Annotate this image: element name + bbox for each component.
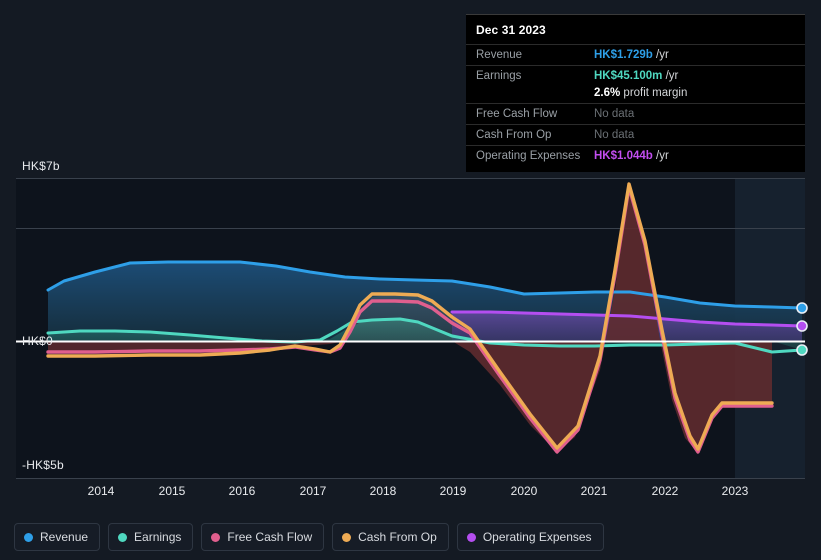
tooltip-label-revenue: Revenue — [476, 49, 523, 61]
legend-dot-free-cash-flow-icon — [211, 532, 221, 542]
legend-dot-earnings-icon — [118, 532, 128, 542]
tooltip-row-revenue: Revenue HK$1.729b /yr — [466, 44, 805, 65]
x-axis-tick-1: 2015 — [158, 484, 186, 498]
tooltip-unit-earnings: /yr — [665, 70, 679, 82]
tooltip-label-operating-expenses: Operating Expenses — [476, 150, 581, 162]
tooltip-value-cash-from-op: No data — [594, 129, 635, 141]
x-axis-tick-7: 2021 — [580, 484, 608, 498]
x-axis-tick-0: 2014 — [87, 484, 115, 498]
x-axis-tick-8: 2022 — [651, 484, 679, 498]
tooltip-title: Dec 31 2023 — [476, 23, 546, 37]
tooltip-row-profit-margin: 2.6% profit margin — [466, 86, 805, 103]
tooltip-label-earnings: Earnings — [476, 70, 522, 82]
tooltip-unit-revenue: /yr — [656, 49, 669, 61]
legend-label-cash-from-op: Cash From Op — [358, 530, 437, 544]
x-axis-tick-4: 2018 — [369, 484, 397, 498]
x-axis-tick-9: 2023 — [721, 484, 749, 498]
tooltip-text-profit-margin: profit margin — [623, 87, 688, 99]
legend-item-earnings[interactable]: Earnings — [108, 523, 194, 551]
tooltip-value-revenue: HK$1.729b /yr — [594, 49, 669, 61]
tooltip-label-cash-from-op: Cash From Op — [476, 129, 552, 141]
tooltip-label-free-cash-flow: Free Cash Flow — [476, 108, 558, 120]
x-axis-tick-2: 2016 — [228, 484, 256, 498]
financial-chart-widget: HK$7b HK$0 -HK$5b 2014 2015 2016 2017 20… — [0, 0, 821, 560]
tooltip-value-free-cash-flow: No data — [594, 108, 635, 120]
legend-label-revenue: Revenue — [40, 530, 89, 544]
series-endpoint-dots — [796, 302, 808, 356]
endpoint-dot-earnings — [796, 344, 808, 356]
legend-dot-operating-expenses-icon — [466, 532, 476, 542]
tooltip-value-earnings: HK$45.100m /yr — [594, 70, 678, 82]
tooltip-row-cash-from-op: Cash From Op No data — [466, 124, 805, 145]
endpoint-dot-revenue — [796, 302, 808, 314]
tooltip-row-free-cash-flow: Free Cash Flow No data — [466, 103, 805, 124]
legend-item-cash-from-op[interactable]: Cash From Op — [332, 523, 449, 551]
legend-label-free-cash-flow: Free Cash Flow — [227, 530, 313, 544]
legend-dot-revenue-icon — [24, 532, 33, 542]
x-axis-tick-6: 2020 — [510, 484, 538, 498]
chart-tooltip: Dec 31 2023 Revenue HK$1.729b /yr Earnin… — [466, 14, 805, 172]
legend-item-revenue[interactable]: Revenue — [14, 523, 101, 551]
tooltip-number-profit-margin: 2.6% — [594, 87, 621, 99]
tooltip-number-operating-expenses: HK$1.044b — [594, 150, 653, 162]
legend-label-operating-expenses: Operating Expenses — [482, 530, 592, 544]
legend-label-earnings: Earnings — [134, 530, 182, 544]
tooltip-number-revenue: HK$1.729b — [594, 49, 653, 61]
tooltip-number-earnings: HK$45.100m — [594, 70, 663, 82]
tooltip-value-profit-margin: 2.6% profit margin — [594, 87, 687, 99]
tooltip-value-operating-expenses: HK$1.044b /yr — [594, 150, 669, 162]
chart-legend: Revenue Earnings Free Cash Flow Cash Fro… — [14, 523, 604, 551]
legend-dot-cash-from-op-icon — [342, 532, 352, 542]
endpoint-dot-operating-expenses — [796, 320, 808, 332]
x-axis-tick-5: 2019 — [439, 484, 467, 498]
legend-item-free-cash-flow[interactable]: Free Cash Flow — [201, 523, 325, 551]
tooltip-unit-operating-expenses: /yr — [656, 150, 669, 162]
tooltip-row-earnings: Earnings HK$45.100m /yr — [466, 65, 805, 86]
x-axis-tick-3: 2017 — [299, 484, 327, 498]
tooltip-row-operating-expenses: Operating Expenses HK$1.044b /yr — [466, 145, 805, 166]
legend-item-operating-expenses[interactable]: Operating Expenses — [456, 523, 604, 551]
